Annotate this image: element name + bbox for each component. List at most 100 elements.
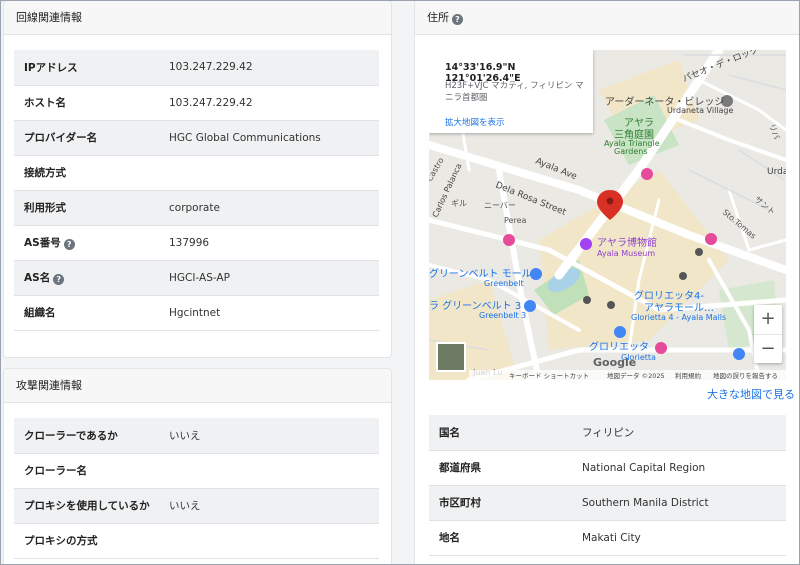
- google-logo: Google: [593, 356, 636, 369]
- table-row: AS番号? 137996: [14, 225, 379, 261]
- table-row: プロバイダー名 HGC Global Communications: [14, 120, 379, 156]
- line-info-card: 回線関連情報 IPアドレス 103.247.229.42 ホスト名 103.247.2…: [3, 1, 392, 358]
- help-icon[interactable]: ?: [63, 239, 75, 250]
- map-data-credit: 地図データ ©2025: [607, 371, 665, 380]
- row-label: プロキシを使用しているか: [24, 500, 150, 512]
- row-label-cell: 都道府県: [429, 450, 582, 486]
- map-label-ayala-museum-en: Ayala Museum: [597, 249, 655, 258]
- museum-icon: [580, 238, 592, 250]
- map-enlarge-link[interactable]: 拡大地図を表示: [445, 116, 505, 128]
- row-label: 地名: [439, 532, 460, 544]
- row-label-cell: 接続方式: [14, 155, 169, 191]
- attack-info-title: 攻撃関連情報: [4, 369, 391, 403]
- row-label: 都道府県: [439, 462, 481, 474]
- line-info-table: IPアドレス 103.247.229.42 ホスト名 103.247.229.42 プロ…: [14, 50, 379, 331]
- row-label: 組織名: [24, 307, 56, 319]
- row-value: 103.247.229.42: [169, 85, 379, 121]
- row-value: HGC Global Communications: [169, 120, 379, 156]
- map-label-greenbelt-en: Greenbelt: [484, 279, 524, 288]
- map-info-box: 14°33'16.9"N 121°01'26.4"E H23F+VJC マカティ…: [429, 50, 593, 133]
- row-label-cell: 組織名: [14, 295, 169, 331]
- table-row: 組織名 Hgcintnet: [14, 295, 379, 331]
- map-label-urdaneta-en: Urdaneta Village: [667, 106, 734, 115]
- row-value: National Capital Region: [582, 450, 786, 486]
- row-label: AS番号: [24, 237, 61, 249]
- row-label-cell: 利用形式: [14, 190, 169, 226]
- map-zoom-control: + −: [754, 305, 782, 363]
- row-label-cell: 国名: [429, 415, 582, 451]
- map-terms-link[interactable]: 利用規約: [675, 371, 702, 380]
- row-value: 103.247.229.42: [169, 50, 379, 86]
- row-label-cell: AS番号?: [14, 225, 169, 261]
- row-label: プロキシの方式: [24, 535, 98, 547]
- big-map-link[interactable]: 大きな地図で見る: [707, 386, 795, 402]
- row-label: 国名: [439, 426, 460, 439]
- page-frame: 回線関連情報 IPアドレス 103.247.229.42 ホスト名 103.247.2…: [0, 0, 800, 565]
- row-label-cell: ホスト名: [14, 85, 169, 121]
- table-row: 市区町村 Southern Manila District: [429, 485, 786, 521]
- table-row: クローラー名: [14, 453, 379, 489]
- row-value: いいえ: [169, 488, 379, 524]
- row-value: Makati City: [582, 520, 786, 556]
- table-row: 国名 フィリピン: [429, 415, 786, 451]
- row-label: クローラーであるか: [24, 429, 118, 442]
- row-label: AS名: [24, 272, 51, 284]
- table-row: AS名? HGCI-AS-AP: [14, 260, 379, 296]
- satellite-toggle: [436, 342, 466, 372]
- line-info-title: 回線関連情報: [4, 1, 391, 35]
- row-label-cell: プロバイダー名: [14, 120, 169, 156]
- row-label-cell: クローラーであるか: [14, 418, 169, 454]
- map-label-greenbelt3-en: Greenbelt 3: [479, 311, 526, 320]
- map-label-ayala-museum-jp: アヤラ博物館: [597, 236, 657, 249]
- row-label: プロバイダー名: [24, 132, 98, 144]
- map-label-glorietta4-jp: グロリエッタ4-: [634, 289, 704, 302]
- map-label-glorietta4-en: Glorietta 4 - Ayala Malls: [631, 313, 726, 322]
- row-value: corporate: [169, 190, 379, 226]
- row-label: ホスト名: [24, 97, 66, 109]
- table-row: プロキシを使用しているか いいえ: [14, 488, 379, 524]
- map-label-glorietta-jp: グロリエッタ: [589, 340, 649, 353]
- table-row: 都道府県 National Capital Region: [429, 450, 786, 486]
- table-row: 利用形式 corporate: [14, 190, 379, 226]
- table-row: 地名 Makati City: [429, 520, 786, 556]
- map-report-link[interactable]: 地図の誤りを報告する: [713, 371, 778, 380]
- help-icon[interactable]: ?: [452, 14, 463, 25]
- map-label-ayala-triangle-jp: アヤラ: [624, 117, 654, 129]
- row-label-cell: プロキシの方式: [14, 523, 169, 559]
- row-value: [169, 155, 379, 191]
- table-row: ホスト名 103.247.229.42: [14, 85, 379, 121]
- row-label-cell: 市区町村: [429, 485, 582, 521]
- zoom-out-button[interactable]: −: [754, 335, 782, 364]
- map-label-perea: Perea: [504, 216, 526, 225]
- row-label-cell: IPアドレス: [14, 50, 169, 86]
- embedded-map[interactable]: Ayala Ave Dela Rosa Street Perea Castro …: [429, 50, 786, 380]
- row-value: Southern Manila District: [582, 485, 786, 521]
- table-row: 接続方式: [14, 155, 379, 191]
- row-value: フィリピン: [582, 415, 786, 451]
- map-label-nee: ニーバー: [484, 201, 516, 210]
- row-label-cell: プロキシを使用しているか: [14, 488, 169, 524]
- address-header: 住所?: [415, 1, 799, 35]
- row-value: [169, 523, 379, 559]
- row-label: クローラー名: [24, 465, 87, 477]
- address-title: 住所: [427, 11, 449, 24]
- help-icon[interactable]: ?: [53, 274, 65, 285]
- zoom-in-button[interactable]: +: [754, 305, 782, 335]
- row-label: 利用形式: [24, 202, 66, 214]
- attack-info-card: 攻撃関連情報 クローラーであるか いいえ クローラー名 プロキシを使用しているか いいえ…: [3, 368, 392, 564]
- address-table: 国名 フィリピン都道府県 National Capital Region 市区町村 So…: [429, 415, 786, 556]
- row-value: HGCI-AS-AP: [169, 260, 379, 296]
- table-row: IPアドレス 103.247.229.42: [14, 50, 379, 86]
- table-row: クローラーであるか いいえ: [14, 418, 379, 454]
- map-label-ayala-triangle-en2: Gardens: [614, 147, 648, 156]
- row-value: 137996: [169, 225, 379, 261]
- row-label: 市区町村: [439, 497, 481, 509]
- row-label: IPアドレス: [24, 61, 78, 74]
- table-row: プロキシの方式: [14, 523, 379, 559]
- map-keyboard-shortcuts[interactable]: キーボード ショートカット: [509, 372, 589, 380]
- row-label-cell: クローラー名: [14, 453, 169, 489]
- attack-info-table: クローラーであるか いいえ クローラー名 プロキシを使用しているか いいえ プロキシの方式: [14, 418, 379, 559]
- row-label-cell: 地名: [429, 520, 582, 556]
- row-label-cell: AS名?: [14, 260, 169, 296]
- row-value: Hgcintnet: [169, 295, 379, 331]
